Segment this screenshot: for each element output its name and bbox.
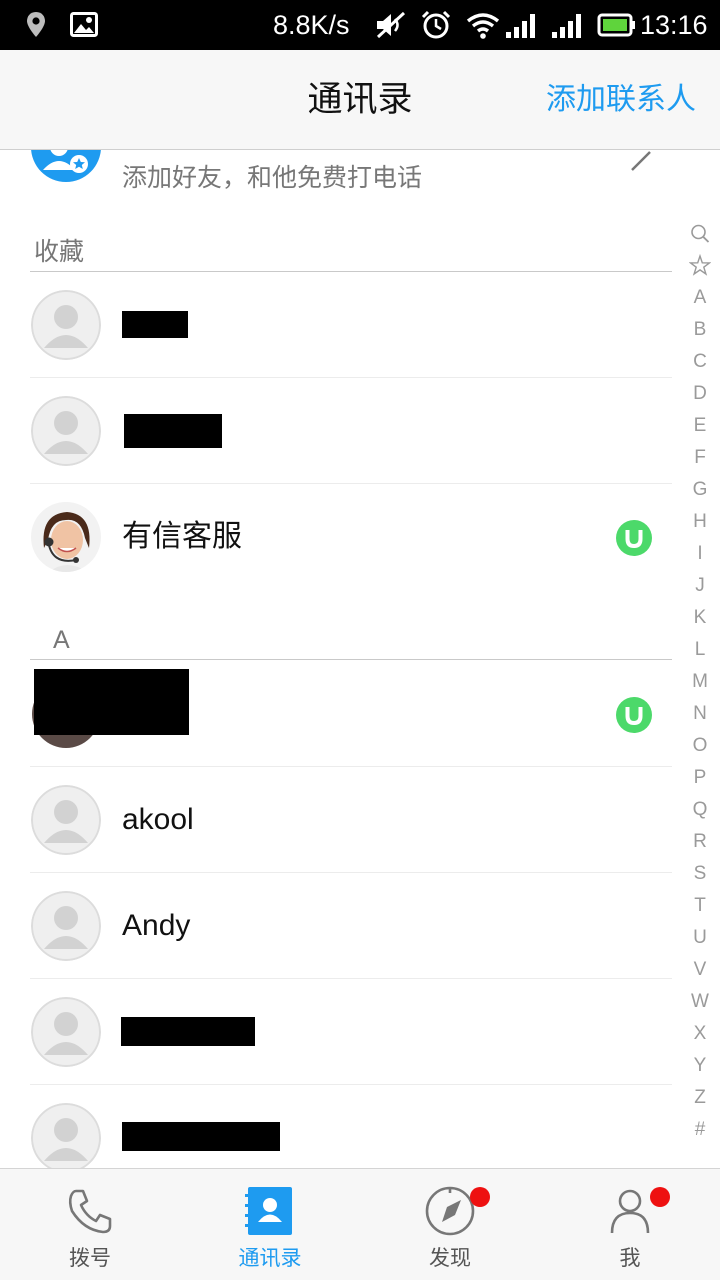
add-friend-icon — [31, 150, 101, 182]
index-letter[interactable]: N — [682, 698, 718, 730]
redacted-name — [122, 1122, 280, 1151]
tab-contacts[interactable]: 通讯录 — [180, 1169, 360, 1280]
network-speed: 8.8K/s — [273, 10, 350, 40]
add-friend-row[interactable]: 添加好友，和他免费打电话 — [0, 150, 672, 200]
index-letter[interactable]: G — [682, 474, 718, 506]
tab-me[interactable]: 我 — [540, 1169, 720, 1280]
alphabet-index[interactable]: A B C D E F G H I J K L M N O P Q R S T … — [682, 218, 718, 1146]
contact-name: akool — [122, 803, 194, 836]
index-letter[interactable]: H — [682, 506, 718, 538]
index-letter[interactable]: D — [682, 378, 718, 410]
index-letter[interactable]: U — [682, 922, 718, 954]
default-avatar-icon — [31, 396, 101, 466]
tab-label: 通讯录 — [238, 1246, 302, 1270]
contact-row[interactable] — [30, 272, 672, 378]
index-letter[interactable]: T — [682, 890, 718, 922]
tab-dial[interactable]: 拨号 — [0, 1169, 180, 1280]
contact-list[interactable]: 添加好友，和他免费打电话 收藏 有信客服 A akool Andy A B C … — [0, 150, 720, 1168]
index-letter[interactable]: # — [682, 1114, 718, 1146]
contact-row[interactable] — [30, 979, 672, 1085]
redacted-name — [122, 311, 188, 338]
contact-name: 有信客服 — [122, 520, 242, 553]
tab-label: 发现 — [429, 1246, 471, 1270]
location-icon — [24, 10, 48, 40]
section-title: A — [53, 626, 70, 654]
default-avatar-icon — [31, 290, 101, 360]
index-letter[interactable]: W — [682, 986, 718, 1018]
index-letter[interactable]: A — [682, 282, 718, 314]
index-letter[interactable]: X — [682, 1018, 718, 1050]
index-letter[interactable]: O — [682, 730, 718, 762]
index-letter[interactable]: K — [682, 602, 718, 634]
mute-icon — [374, 10, 408, 40]
tab-discover[interactable]: 发现 — [360, 1169, 540, 1280]
section-header-favorites: 收藏 — [30, 234, 672, 272]
compass-icon — [424, 1185, 476, 1237]
index-letter[interactable]: V — [682, 954, 718, 986]
status-bar: 8.8K/s 13:16 — [0, 0, 720, 50]
index-letter[interactable]: C — [682, 346, 718, 378]
index-letter[interactable]: E — [682, 410, 718, 442]
contact-row[interactable] — [30, 661, 672, 767]
contact-name: Andy — [122, 909, 191, 942]
index-letter[interactable]: B — [682, 314, 718, 346]
support-agent-photo — [31, 502, 101, 572]
index-letter[interactable]: M — [682, 666, 718, 698]
image-notification-icon — [70, 10, 98, 40]
redacted-name — [34, 669, 189, 735]
youxin-user-badge-icon — [616, 520, 652, 556]
alarm-icon — [420, 10, 452, 40]
add-contact-button[interactable]: 添加联系人 — [546, 78, 696, 122]
index-letter[interactable]: R — [682, 826, 718, 858]
phone-icon — [64, 1185, 116, 1237]
index-letter[interactable]: Y — [682, 1050, 718, 1082]
add-friend-text: 添加好友，和他免费打电话 — [122, 163, 423, 192]
index-letter[interactable]: Q — [682, 794, 718, 826]
youxin-user-badge-icon — [616, 697, 652, 733]
contact-row[interactable] — [30, 1085, 672, 1168]
wifi-icon — [465, 10, 501, 40]
clock: 13:16 — [640, 10, 708, 40]
default-avatar-icon — [31, 891, 101, 961]
person-icon — [604, 1185, 656, 1237]
chevron-right-icon — [628, 150, 654, 174]
index-letter[interactable]: P — [682, 762, 718, 794]
redacted-name — [121, 1017, 255, 1046]
title-bar: 通讯录 添加联系人 — [0, 50, 720, 150]
tab-label: 拨号 — [69, 1246, 111, 1270]
signal-icon — [550, 10, 586, 40]
index-letter[interactable]: Z — [682, 1082, 718, 1114]
star-icon[interactable] — [682, 250, 718, 282]
signal-icon — [504, 10, 540, 40]
index-letter[interactable]: L — [682, 634, 718, 666]
index-letter[interactable]: S — [682, 858, 718, 890]
notification-dot — [650, 1187, 670, 1207]
tab-label: 我 — [619, 1246, 641, 1270]
index-letter[interactable]: F — [682, 442, 718, 474]
contact-row[interactable] — [30, 378, 672, 484]
bottom-nav: 拨号 通讯录 发现 我 — [0, 1168, 720, 1280]
default-avatar-icon — [31, 1103, 101, 1168]
redacted-name — [124, 414, 222, 448]
section-title: 收藏 — [34, 237, 85, 266]
battery-icon — [597, 10, 637, 40]
search-icon[interactable] — [682, 218, 718, 250]
notification-dot — [470, 1187, 490, 1207]
contacts-book-icon — [244, 1185, 296, 1237]
default-avatar-icon — [31, 997, 101, 1067]
section-header-a: A — [30, 622, 672, 660]
contact-row[interactable]: 有信客服 — [30, 484, 672, 590]
default-avatar-icon — [31, 785, 101, 855]
contact-row[interactable]: Andy — [30, 873, 672, 979]
index-letter[interactable]: J — [682, 570, 718, 602]
contact-row[interactable]: akool — [30, 767, 672, 873]
index-letter[interactable]: I — [682, 538, 718, 570]
